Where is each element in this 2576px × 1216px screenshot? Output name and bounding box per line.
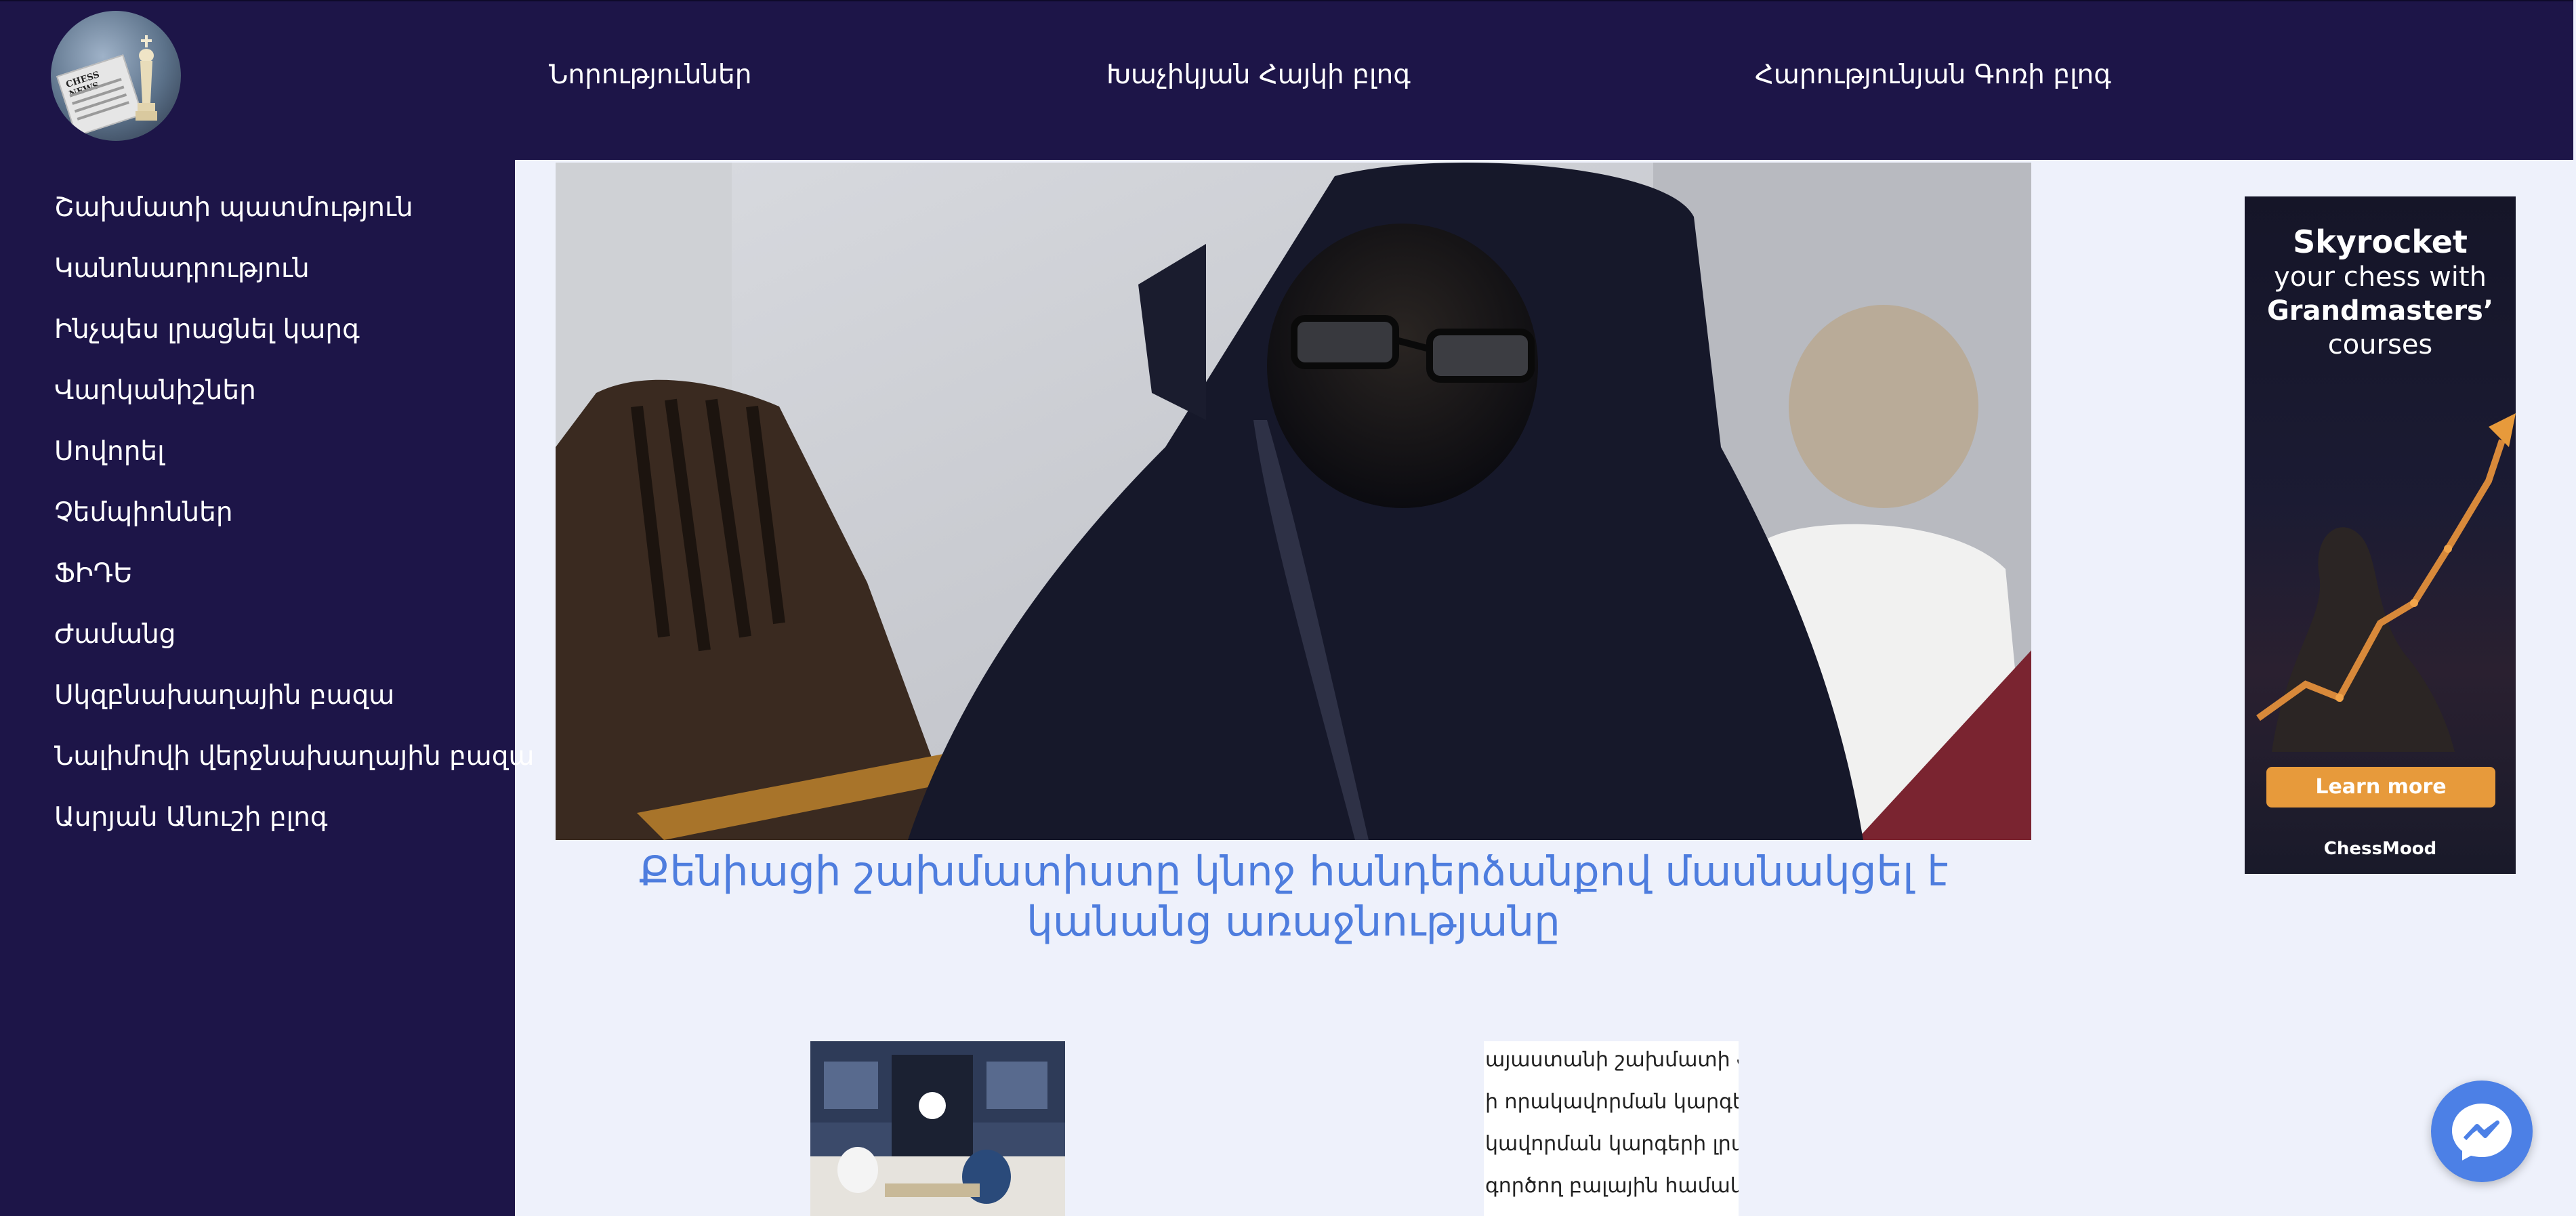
sidebar-item-openings[interactable]: Սկզբնախաղային բազա bbox=[54, 680, 394, 711]
topnav-news[interactable]: Նորություններ bbox=[549, 60, 751, 90]
sidebar-item-fide[interactable]: ՖԻԴԵ bbox=[54, 558, 133, 589]
sidebar-item-endgames[interactable]: Նալիմովի վերջնախաղային բազա bbox=[54, 741, 535, 772]
ad-learn-more-button[interactable]: Learn more bbox=[2266, 767, 2495, 808]
sidebar-item-leisure[interactable]: Ժամանց bbox=[54, 619, 176, 650]
ad-brand-logo: ChessMood bbox=[2323, 839, 2437, 859]
article-thumbnail-2[interactable]: այաստանի շախմատի ֆե ի որակավորման կարգեր… bbox=[1484, 1041, 1739, 1216]
chessmood-ad-banner[interactable]: Skyrocket your chess with Grandmasters’ … bbox=[2245, 196, 2516, 874]
sidebar-item-regulations[interactable]: Կանոնադրություն bbox=[54, 253, 310, 284]
preview-text-line-3: կավորման կարգերի լրա bbox=[1485, 1132, 1739, 1156]
sidebar-item-rank-guide[interactable]: Ինչպես լրացնել կարգ bbox=[54, 314, 360, 345]
messenger-icon bbox=[2452, 1104, 2512, 1160]
topnav-gor-blog[interactable]: Հարությունյան Գոռի բլոգ bbox=[1755, 60, 2111, 90]
messenger-chat-button[interactable] bbox=[2431, 1081, 2533, 1182]
ad-line-1: Skyrocket bbox=[2293, 224, 2468, 260]
ad-line-3: Grandmasters’ bbox=[2266, 295, 2494, 327]
top-navigation-bar: CHESS NEWS Նորություններ Խաչիկյան Հայկի … bbox=[0, 0, 2573, 160]
sidebar-item-learn[interactable]: Սովորել bbox=[54, 436, 165, 467]
site-logo[interactable]: CHESS NEWS bbox=[51, 11, 181, 141]
preview-text-line-1: այաստանի շախմատի ֆե bbox=[1485, 1048, 1739, 1072]
ad-line-4: courses bbox=[2327, 329, 2433, 360]
sidebar-item-anush-blog[interactable]: Ասրյան Անուշի բլոգ bbox=[54, 802, 328, 833]
sidebar-item-history[interactable]: Շախմատի պատմություն bbox=[54, 192, 413, 223]
article-headline[interactable]: Քենիացի շախմատիստը կնոջ հանդերձանքով մաս… bbox=[556, 847, 2031, 947]
preview-text-line-2: ի որակավորման կարգերի bbox=[1485, 1090, 1739, 1114]
chess-king-icon bbox=[136, 35, 157, 121]
sidebar-item-ratings[interactable]: Վարկանիշներ bbox=[54, 375, 256, 406]
rocket-chess-graphic bbox=[2256, 413, 2516, 752]
topnav-haik-blog[interactable]: Խաչիկյան Հայկի բլոգ bbox=[1106, 60, 1411, 90]
newspaper-graphic: CHESS NEWS bbox=[56, 54, 143, 137]
ad-line-2: your chess with bbox=[2274, 261, 2487, 293]
sidebar-item-champions[interactable]: Չեմպիոններ bbox=[54, 497, 233, 528]
sidebar: Շախմատի պատմություն Կանոնադրություն Ինչպ… bbox=[0, 159, 535, 1216]
article-thumbnail-1[interactable] bbox=[810, 1041, 1065, 1216]
tournament-photo bbox=[810, 1041, 1065, 1216]
hero-photo[interactable] bbox=[556, 163, 2031, 840]
chess-player-photo bbox=[556, 163, 2031, 840]
preview-text-line-4: գործող բալային համակար bbox=[1485, 1174, 1739, 1198]
